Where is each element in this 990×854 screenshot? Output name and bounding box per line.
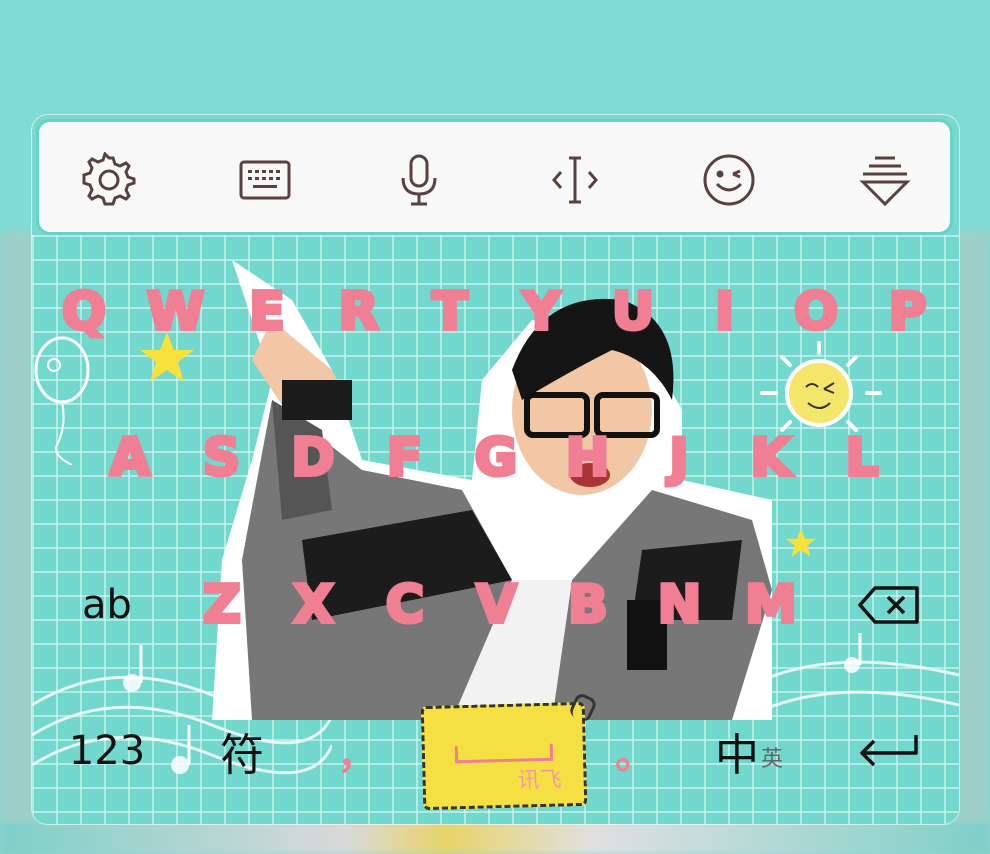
space-symbol [454, 743, 554, 764]
key-a[interactable]: A [90, 418, 170, 498]
key-p[interactable]: P [868, 272, 948, 352]
backspace-key[interactable] [844, 565, 934, 645]
settings-icon[interactable] [81, 152, 137, 208]
ab-key[interactable]: ab [62, 565, 152, 645]
space-key[interactable]: 讯飞 [420, 701, 588, 811]
key-m[interactable]: M [731, 565, 811, 645]
background-bottom-strip [0, 822, 990, 854]
key-i[interactable]: I [685, 272, 765, 352]
microphone-icon[interactable] [391, 152, 447, 208]
cursor-icon[interactable] [547, 152, 603, 208]
language-current: 中 [714, 730, 759, 781]
keyboard-panel: QWERTYUIOP ASDFGHJKL ZXCVBNM ab 123 符 ， … [32, 115, 959, 824]
key-e[interactable]: E [227, 272, 307, 352]
key-q[interactable]: Q [44, 272, 124, 352]
key-b[interactable]: B [548, 565, 628, 645]
enter-icon [860, 735, 918, 767]
key-y[interactable]: Y [502, 272, 582, 352]
key-v[interactable]: V [457, 565, 537, 645]
key-l[interactable]: L [822, 418, 902, 498]
comma-key[interactable]: ， [322, 711, 392, 791]
key-t[interactable]: T [410, 272, 490, 352]
numbers-key[interactable]: 123 [62, 711, 152, 791]
language-switch-key[interactable]: 中英 [694, 711, 804, 791]
keyboard-toolbar [36, 119, 953, 235]
key-d[interactable]: D [273, 418, 353, 498]
key-h[interactable]: H [548, 418, 628, 498]
symbols-key[interactable]: 符 [197, 711, 287, 791]
enter-key[interactable] [844, 711, 934, 791]
key-r[interactable]: R [319, 272, 399, 352]
key-u[interactable]: U [593, 272, 673, 352]
key-k[interactable]: K [731, 418, 811, 498]
key-n[interactable]: N [640, 565, 720, 645]
key-f[interactable]: F [365, 418, 445, 498]
emoji-icon[interactable] [701, 152, 757, 208]
key-z[interactable]: Z [182, 565, 262, 645]
key-j[interactable]: J [639, 418, 719, 498]
key-x[interactable]: X [274, 565, 354, 645]
collapse-icon[interactable] [857, 152, 913, 208]
period-key[interactable]: 。 [600, 711, 670, 791]
key-s[interactable]: S [182, 418, 262, 498]
language-alt: 英 [760, 747, 783, 772]
keyboard-icon[interactable] [237, 152, 293, 208]
key-g[interactable]: G [456, 418, 536, 498]
key-o[interactable]: O [776, 272, 856, 352]
backspace-icon [858, 586, 919, 624]
key-c[interactable]: C [365, 565, 445, 645]
key-w[interactable]: W [136, 272, 216, 352]
star-small-decoration [785, 528, 817, 557]
space-brand-label: 讯飞 [517, 767, 562, 794]
